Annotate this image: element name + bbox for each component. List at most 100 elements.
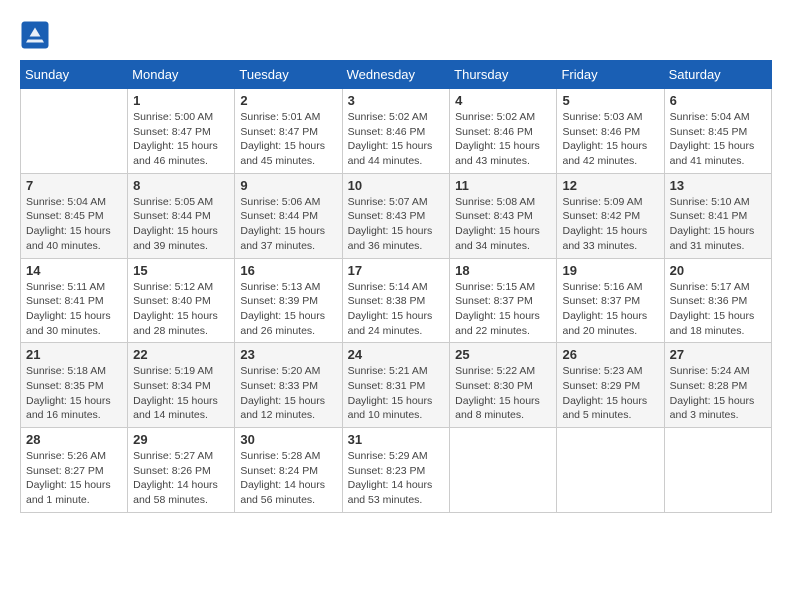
page-header <box>20 20 772 50</box>
day-info: Sunrise: 5:14 AM Sunset: 8:38 PM Dayligh… <box>348 280 445 339</box>
calendar-cell: 26 Sunrise: 5:23 AM Sunset: 8:29 PM Dayli… <box>557 343 664 428</box>
day-number: 18 <box>455 263 551 278</box>
calendar-cell: 5Sunrise: 5:03 AM Sunset: 8:46 PM Daylig… <box>557 89 664 174</box>
calendar-header: SundayMondayTuesdayWednesdayThursdayFrid… <box>21 61 772 89</box>
day-number: 26 <box>562 347 658 362</box>
day-info: Sunrise: 5:19 AM Sunset: 8:34 PM Dayligh… <box>133 364 229 423</box>
calendar-cell: 10 Sunrise: 5:07 AM Sunset: 8:43 PM Dayli… <box>342 173 450 258</box>
day-info: Sunrise: 5:21 AM Sunset: 8:31 PM Dayligh… <box>348 364 445 423</box>
calendar-cell: 11 Sunrise: 5:08 AM Sunset: 8:43 PM Dayli… <box>450 173 557 258</box>
day-number: 28 <box>26 432 122 447</box>
day-number: 30 <box>240 432 336 447</box>
day-info: Sunrise: 5:11 AM Sunset: 8:41 PM Dayligh… <box>26 280 122 339</box>
calendar-cell: 23 Sunrise: 5:20 AM Sunset: 8:33 PM Dayli… <box>235 343 342 428</box>
day-number: 21 <box>26 347 122 362</box>
day-number: 2 <box>240 93 336 108</box>
weekday-header: Thursday <box>450 61 557 89</box>
calendar-cell: 20 Sunrise: 5:17 AM Sunset: 8:36 PM Dayli… <box>664 258 771 343</box>
day-info: Sunrise: 5:27 AM Sunset: 8:26 PM Dayligh… <box>133 449 229 508</box>
day-number: 15 <box>133 263 229 278</box>
day-number: 10 <box>348 178 445 193</box>
day-info: Sunrise: 5:07 AM Sunset: 8:43 PM Dayligh… <box>348 195 445 254</box>
day-number: 6 <box>670 93 766 108</box>
day-number: 25 <box>455 347 551 362</box>
day-number: 29 <box>133 432 229 447</box>
calendar-cell <box>664 428 771 513</box>
weekday-header: Monday <box>128 61 235 89</box>
logo-icon <box>20 20 50 50</box>
day-number: 4 <box>455 93 551 108</box>
weekday-header: Saturday <box>664 61 771 89</box>
calendar-cell: 3 Sunrise: 5:02 AM Sunset: 8:46 PM Daylig… <box>342 89 450 174</box>
weekday-header: Tuesday <box>235 61 342 89</box>
calendar-cell: 13 Sunrise: 5:10 AM Sunset: 8:41 PM Dayli… <box>664 173 771 258</box>
weekday-header: Wednesday <box>342 61 450 89</box>
calendar-cell: 4 Sunrise: 5:02 AM Sunset: 8:46 PM Daylig… <box>450 89 557 174</box>
calendar-cell: 19 Sunrise: 5:16 AM Sunset: 8:37 PM Dayli… <box>557 258 664 343</box>
logo <box>20 20 54 50</box>
day-info: Sunrise: 5:26 AM Sunset: 8:27 PM Dayligh… <box>26 449 122 508</box>
calendar-cell: 14 Sunrise: 5:11 AM Sunset: 8:41 PM Dayli… <box>21 258 128 343</box>
day-number: 17 <box>348 263 445 278</box>
day-info: Sunrise: 5:01 AM Sunset: 8:47 PM Dayligh… <box>240 110 336 169</box>
calendar-cell: 21 Sunrise: 5:18 AM Sunset: 8:35 PM Dayli… <box>21 343 128 428</box>
day-info: Sunrise: 5:20 AM Sunset: 8:33 PM Dayligh… <box>240 364 336 423</box>
calendar-cell <box>450 428 557 513</box>
day-number: 31 <box>348 432 445 447</box>
calendar-cell: 15 Sunrise: 5:12 AM Sunset: 8:40 PM Dayli… <box>128 258 235 343</box>
day-info: Sunrise: 5:03 AM Sunset: 8:46 PM Dayligh… <box>562 110 658 169</box>
calendar-cell: 2 Sunrise: 5:01 AM Sunset: 8:47 PM Daylig… <box>235 89 342 174</box>
calendar-week-row: 28 Sunrise: 5:26 AM Sunset: 8:27 PM Dayli… <box>21 428 772 513</box>
day-info: Sunrise: 5:22 AM Sunset: 8:30 PM Dayligh… <box>455 364 551 423</box>
day-info: Sunrise: 5:17 AM Sunset: 8:36 PM Dayligh… <box>670 280 766 339</box>
calendar-cell: 31Sunrise: 5:29 AM Sunset: 8:23 PM Dayli… <box>342 428 450 513</box>
day-number: 19 <box>562 263 658 278</box>
weekday-row: SundayMondayTuesdayWednesdayThursdayFrid… <box>21 61 772 89</box>
day-number: 27 <box>670 347 766 362</box>
calendar-cell: 6Sunrise: 5:04 AM Sunset: 8:45 PM Daylig… <box>664 89 771 174</box>
calendar-cell: 30 Sunrise: 5:28 AM Sunset: 8:24 PM Dayli… <box>235 428 342 513</box>
calendar-cell: 28 Sunrise: 5:26 AM Sunset: 8:27 PM Dayli… <box>21 428 128 513</box>
day-number: 3 <box>348 93 445 108</box>
calendar-cell: 7Sunrise: 5:04 AM Sunset: 8:45 PM Daylig… <box>21 173 128 258</box>
calendar-cell <box>21 89 128 174</box>
day-info: Sunrise: 5:23 AM Sunset: 8:29 PM Dayligh… <box>562 364 658 423</box>
calendar-cell: 18 Sunrise: 5:15 AM Sunset: 8:37 PM Dayli… <box>450 258 557 343</box>
day-info: Sunrise: 5:08 AM Sunset: 8:43 PM Dayligh… <box>455 195 551 254</box>
day-info: Sunrise: 5:10 AM Sunset: 8:41 PM Dayligh… <box>670 195 766 254</box>
day-info: Sunrise: 5:18 AM Sunset: 8:35 PM Dayligh… <box>26 364 122 423</box>
day-number: 12 <box>562 178 658 193</box>
calendar-cell: 9Sunrise: 5:06 AM Sunset: 8:44 PM Daylig… <box>235 173 342 258</box>
day-number: 11 <box>455 178 551 193</box>
calendar-cell: 17 Sunrise: 5:14 AM Sunset: 8:38 PM Dayli… <box>342 258 450 343</box>
calendar-cell: 24 Sunrise: 5:21 AM Sunset: 8:31 PM Dayli… <box>342 343 450 428</box>
calendar-cell: 12Sunrise: 5:09 AM Sunset: 8:42 PM Dayli… <box>557 173 664 258</box>
day-info: Sunrise: 5:12 AM Sunset: 8:40 PM Dayligh… <box>133 280 229 339</box>
day-number: 20 <box>670 263 766 278</box>
calendar-table: SundayMondayTuesdayWednesdayThursdayFrid… <box>20 60 772 513</box>
calendar-week-row: 7Sunrise: 5:04 AM Sunset: 8:45 PM Daylig… <box>21 173 772 258</box>
day-info: Sunrise: 5:04 AM Sunset: 8:45 PM Dayligh… <box>26 195 122 254</box>
calendar-cell: 22 Sunrise: 5:19 AM Sunset: 8:34 PM Dayli… <box>128 343 235 428</box>
calendar-week-row: 14 Sunrise: 5:11 AM Sunset: 8:41 PM Dayli… <box>21 258 772 343</box>
day-number: 14 <box>26 263 122 278</box>
day-number: 13 <box>670 178 766 193</box>
day-number: 1 <box>133 93 229 108</box>
calendar-week-row: 21 Sunrise: 5:18 AM Sunset: 8:35 PM Dayli… <box>21 343 772 428</box>
calendar-cell: 16Sunrise: 5:13 AM Sunset: 8:39 PM Dayli… <box>235 258 342 343</box>
day-number: 24 <box>348 347 445 362</box>
calendar-cell: 8Sunrise: 5:05 AM Sunset: 8:44 PM Daylig… <box>128 173 235 258</box>
weekday-header: Sunday <box>21 61 128 89</box>
calendar-body: 1Sunrise: 5:00 AM Sunset: 8:47 PM Daylig… <box>21 89 772 513</box>
day-info: Sunrise: 5:24 AM Sunset: 8:28 PM Dayligh… <box>670 364 766 423</box>
calendar-cell: 1Sunrise: 5:00 AM Sunset: 8:47 PM Daylig… <box>128 89 235 174</box>
calendar-cell: 29 Sunrise: 5:27 AM Sunset: 8:26 PM Dayli… <box>128 428 235 513</box>
day-info: Sunrise: 5:02 AM Sunset: 8:46 PM Dayligh… <box>455 110 551 169</box>
day-number: 23 <box>240 347 336 362</box>
day-info: Sunrise: 5:28 AM Sunset: 8:24 PM Dayligh… <box>240 449 336 508</box>
day-number: 22 <box>133 347 229 362</box>
day-info: Sunrise: 5:16 AM Sunset: 8:37 PM Dayligh… <box>562 280 658 339</box>
calendar-cell: 27 Sunrise: 5:24 AM Sunset: 8:28 PM Dayli… <box>664 343 771 428</box>
day-info: Sunrise: 5:02 AM Sunset: 8:46 PM Dayligh… <box>348 110 445 169</box>
day-info: Sunrise: 5:15 AM Sunset: 8:37 PM Dayligh… <box>455 280 551 339</box>
